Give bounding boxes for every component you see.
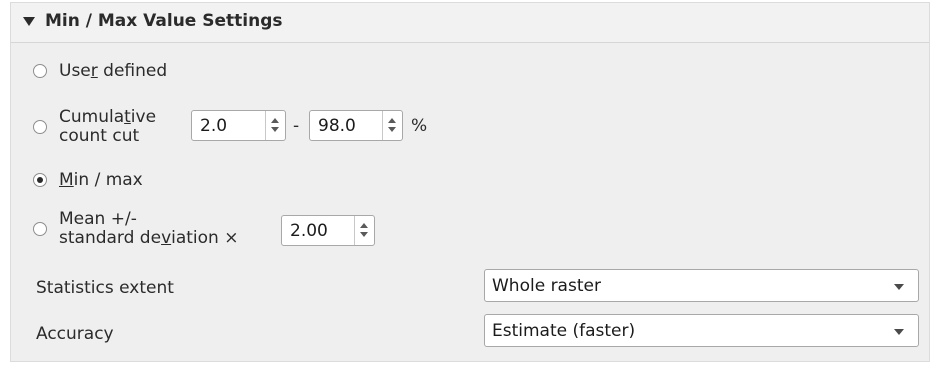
min-max-radio[interactable]: [33, 173, 47, 187]
spin-down-arrow-icon[interactable]: [388, 127, 396, 132]
spin-down-arrow-icon[interactable]: [271, 127, 279, 132]
min-max-label[interactable]: Min / max: [59, 170, 143, 190]
std-dev-value[interactable]: 2.00: [290, 221, 328, 241]
user-defined-label[interactable]: User defined: [59, 61, 167, 81]
statistics-extent-label: Statistics extent: [36, 278, 174, 298]
collapse-arrow-icon[interactable]: [23, 17, 35, 26]
cumulative-min-spinbox[interactable]: 2.0: [191, 110, 286, 141]
dropdown-arrow-icon[interactable]: [894, 329, 904, 335]
cumulative-count-cut-radio[interactable]: [33, 120, 47, 134]
std-dev-spinbox[interactable]: 2.00: [281, 215, 375, 246]
range-separator: -: [293, 116, 300, 136]
mean-std-dev-label[interactable]: Mean +/- standard deviation ×: [59, 210, 238, 248]
option-user-defined[interactable]: User defined: [33, 61, 167, 81]
accuracy-value[interactable]: Estimate (faster): [492, 321, 635, 341]
group-title: Min / Max Value Settings: [45, 11, 283, 31]
option-min-max[interactable]: Min / max: [33, 170, 143, 190]
cumulative-max-stepper[interactable]: [382, 111, 402, 140]
min-max-settings-group: Min / Max Value Settings User defined Cu…: [10, 2, 930, 362]
spin-up-arrow-icon[interactable]: [388, 118, 396, 123]
spin-up-arrow-icon[interactable]: [271, 118, 279, 123]
dropdown-arrow-icon[interactable]: [894, 284, 904, 290]
spin-down-arrow-icon[interactable]: [360, 232, 368, 237]
cumulative-max-spinbox[interactable]: 98.0: [309, 110, 403, 141]
spin-up-arrow-icon[interactable]: [360, 223, 368, 228]
accuracy-label: Accuracy: [36, 324, 114, 344]
group-header[interactable]: Min / Max Value Settings: [11, 3, 929, 43]
accuracy-combobox[interactable]: Estimate (faster): [484, 314, 919, 347]
mean-std-dev-radio[interactable]: [33, 222, 47, 236]
cumulative-min-value[interactable]: 2.0: [200, 116, 227, 136]
option-mean-std-dev[interactable]: Mean +/- standard deviation ×: [33, 210, 238, 248]
percent-unit: %: [411, 116, 428, 136]
statistics-extent-combobox[interactable]: Whole raster: [484, 269, 919, 302]
cumulative-min-stepper[interactable]: [265, 111, 285, 140]
option-cumulative-count-cut[interactable]: Cumulative count cut: [33, 108, 156, 146]
user-defined-radio[interactable]: [33, 64, 47, 78]
cumulative-max-value[interactable]: 98.0: [318, 116, 356, 136]
cumulative-count-cut-label[interactable]: Cumulative count cut: [59, 108, 156, 146]
statistics-extent-value[interactable]: Whole raster: [492, 276, 601, 296]
std-dev-stepper[interactable]: [354, 216, 374, 245]
